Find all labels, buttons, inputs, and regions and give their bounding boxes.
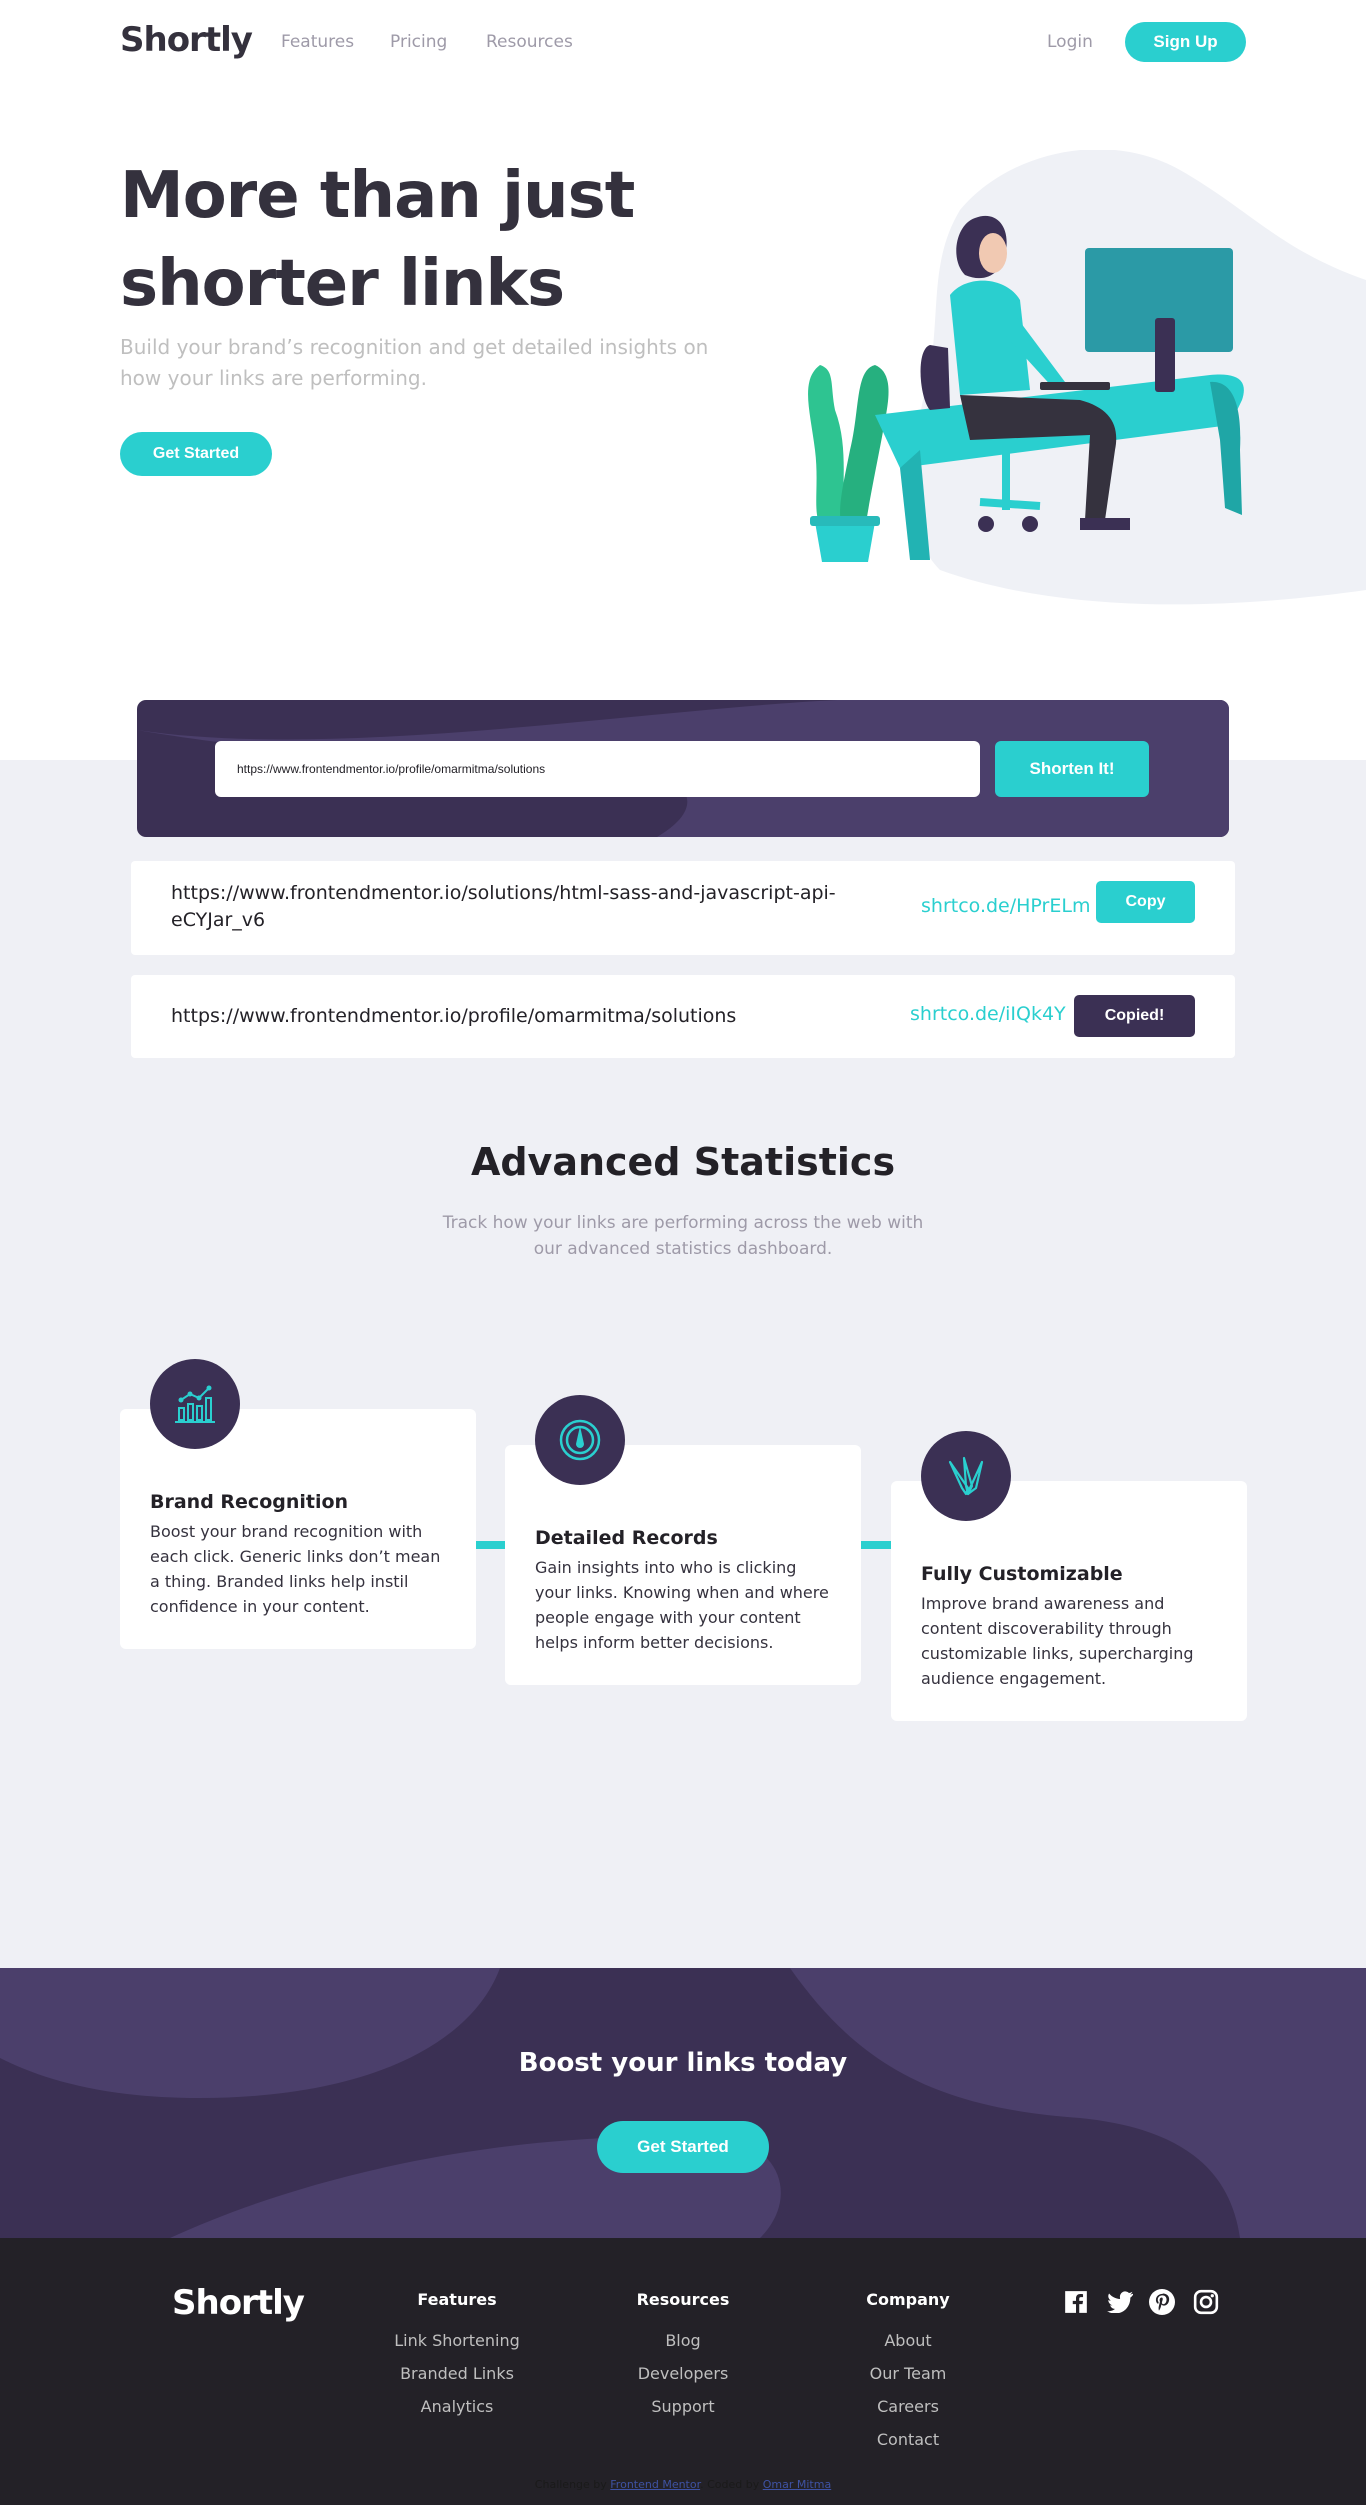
footer-column-heading: Company xyxy=(866,2290,950,2309)
footer-link[interactable]: Developers xyxy=(583,2364,783,2397)
fully-customizable-icon xyxy=(921,1431,1011,1521)
nav-resources[interactable]: Resources xyxy=(486,32,573,52)
result-row: https://www.frontendmentor.io/profile/om… xyxy=(131,975,1235,1058)
page: Shortly Features Pricing Resources Login… xyxy=(0,0,1366,2505)
attribution-prefix: Challenge by xyxy=(534,2478,611,2491)
hero-subtitle: Build your brand’s recognition and get d… xyxy=(120,335,709,390)
result-original-url: https://www.frontendmentor.io/solutions/… xyxy=(171,882,836,931)
boost-get-started-button[interactable]: Get Started xyxy=(597,2121,769,2173)
footer-link[interactable]: Blog xyxy=(583,2331,783,2364)
logo[interactable]: Shortly xyxy=(120,20,253,60)
nav-features[interactable]: Features xyxy=(281,32,354,52)
result-short-url[interactable]: shrtco.de/iIQk4Y xyxy=(910,1003,1066,1025)
facebook-icon[interactable] xyxy=(1062,2288,1090,2316)
nav-pricing[interactable]: Pricing xyxy=(390,32,447,52)
shorten-form: https://www.frontendmentor.io/profile/om… xyxy=(137,700,1229,837)
footer-link[interactable]: Link Shortening xyxy=(357,2331,557,2364)
shorten-url-input[interactable]: https://www.frontendmentor.io/profile/om… xyxy=(215,741,980,797)
detailed-records-icon xyxy=(535,1395,625,1485)
card-text: Improve brand awareness and content disc… xyxy=(921,1594,1194,1688)
footer-link[interactable]: Analytics xyxy=(357,2397,557,2430)
boost-title: Boost your links today xyxy=(518,2048,848,2078)
footer-link[interactable]: Branded Links xyxy=(357,2364,557,2397)
signup-button[interactable]: Sign Up xyxy=(1125,22,1246,62)
twitter-icon[interactable] xyxy=(1106,2288,1134,2316)
footer: Shortly Features Link Shortening Branded… xyxy=(0,2238,1366,2505)
header: Shortly Features Pricing Resources Login… xyxy=(0,0,1366,86)
attribution: Challenge by Frontend Mentor. Coded by O… xyxy=(0,2478,1366,2491)
footer-link[interactable]: Careers xyxy=(808,2397,1008,2430)
card-text: Boost your brand recognition with each c… xyxy=(150,1522,441,1616)
boost-bg-pattern xyxy=(0,1968,1366,2238)
hero-illustration xyxy=(808,150,1366,605)
result-row: https://www.frontendmentor.io/solutions/… xyxy=(131,861,1235,955)
shorten-button[interactable]: Shorten It! xyxy=(995,741,1149,797)
instagram-icon[interactable] xyxy=(1192,2288,1220,2316)
attribution-middle: . Coded by xyxy=(700,2478,763,2491)
footer-link[interactable]: Support xyxy=(583,2397,783,2430)
footer-column-features: Features Link Shortening Branded Links A… xyxy=(357,2290,557,2430)
footer-column-heading: Features xyxy=(417,2290,497,2309)
stats-subtitle: Track how your links are performing acro… xyxy=(442,1213,924,1259)
footer-column-resources: Resources Blog Developers Support xyxy=(583,2290,783,2430)
frontend-mentor-link[interactable]: Frontend Mentor xyxy=(610,2478,700,2491)
author-link[interactable]: Omar Mitma xyxy=(763,2478,831,2491)
footer-link[interactable]: Our Team xyxy=(808,2364,1008,2397)
card-text: Gain insights into who is clicking your … xyxy=(535,1558,829,1652)
stat-card: Detailed Records Gain insights into who … xyxy=(505,1395,861,1685)
footer-link[interactable]: Contact xyxy=(808,2430,1008,2463)
boost-section: Boost your links today Get Started xyxy=(0,1968,1366,2238)
hero-title: More than just shorter links xyxy=(120,159,635,321)
footer-column-heading: Resources xyxy=(636,2290,730,2309)
stat-card: Brand Recognition Boost your brand recog… xyxy=(120,1359,476,1649)
login-link[interactable]: Login xyxy=(1047,32,1093,52)
stats-title: Advanced Statistics xyxy=(470,1140,896,1184)
result-short-url[interactable]: shrtco.de/HPrELm xyxy=(921,895,1090,917)
copy-button[interactable]: Copy xyxy=(1096,881,1195,923)
brand-recognition-icon xyxy=(150,1359,240,1449)
copied-button[interactable]: Copied! xyxy=(1074,995,1195,1037)
result-original-url: https://www.frontendmentor.io/profile/om… xyxy=(171,1005,737,1027)
pinterest-icon[interactable] xyxy=(1148,2288,1176,2316)
footer-logo[interactable]: Shortly xyxy=(172,2283,305,2323)
card-title: Fully Customizable xyxy=(921,1563,1123,1585)
card-title: Detailed Records xyxy=(535,1527,718,1549)
footer-column-company: Company About Our Team Careers Contact xyxy=(808,2290,1008,2463)
footer-link[interactable]: About xyxy=(808,2331,1008,2364)
hero-get-started-button[interactable]: Get Started xyxy=(120,432,272,476)
card-title: Brand Recognition xyxy=(150,1491,349,1513)
stat-card: Fully Customizable Improve brand awarene… xyxy=(891,1431,1247,1721)
